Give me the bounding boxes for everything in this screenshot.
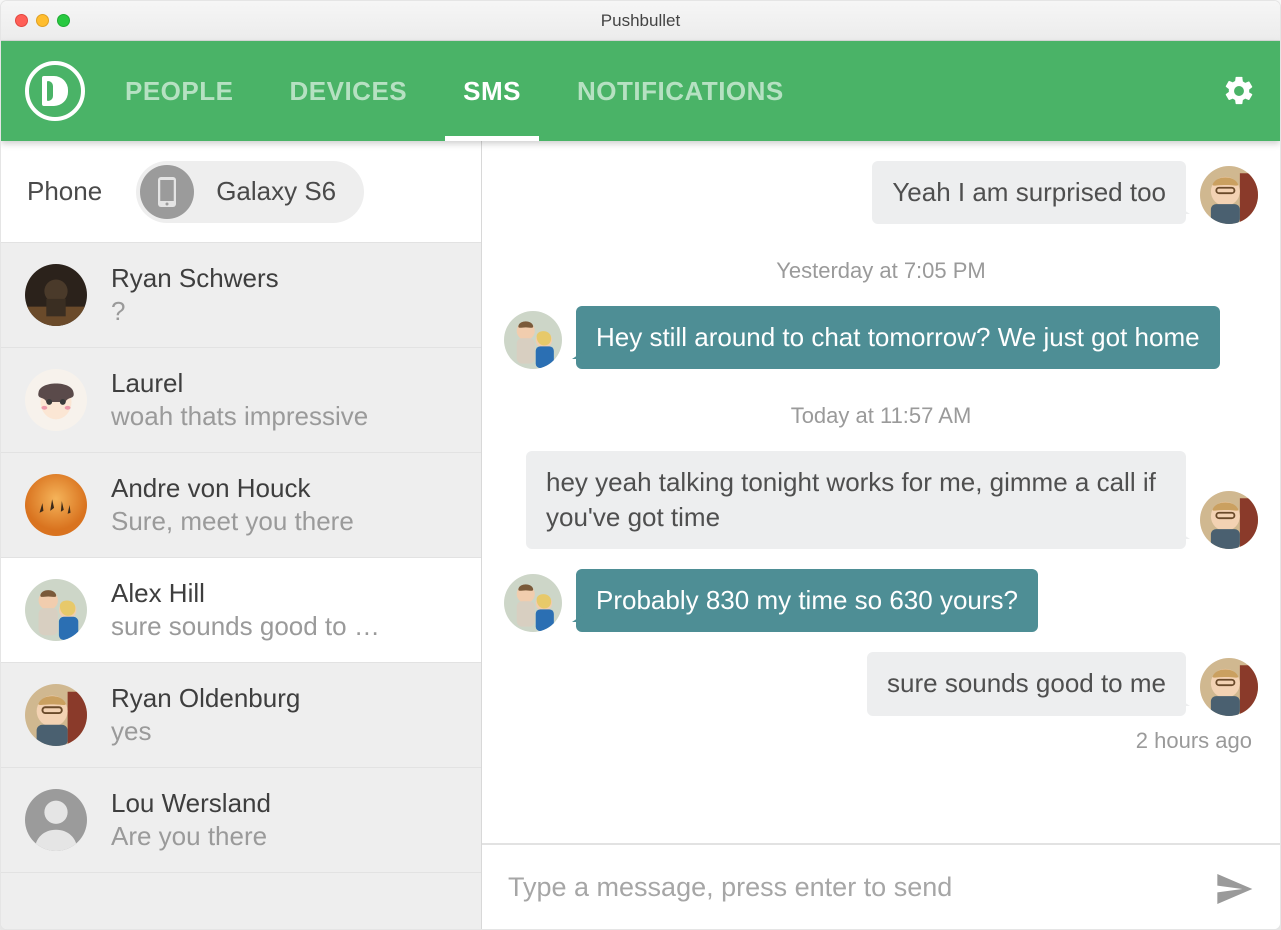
thread-name: Lou Wersland	[111, 788, 457, 819]
thread-item[interactable]: Andre von Houck Sure, meet you there	[1, 453, 481, 558]
thread-text: Alex Hill sure sounds good to …	[111, 578, 457, 642]
send-icon[interactable]	[1214, 869, 1254, 905]
tab-notifications[interactable]: NOTIFICATIONS	[577, 41, 784, 141]
avatar	[504, 574, 562, 632]
sidebar: Phone Galaxy S6 Ryan Schwers ? Laurel wo…	[1, 141, 482, 929]
navbar: PEOPLE DEVICES SMS NOTIFICATIONS	[1, 41, 1280, 141]
thread-text: Ryan Oldenburg yes	[111, 683, 457, 747]
thread-item[interactable]: Ryan Oldenburg yes	[1, 663, 481, 768]
avatar	[25, 369, 87, 431]
thread-name: Ryan Schwers	[111, 263, 457, 294]
thread-item[interactable]: Ryan Schwers ?	[1, 243, 481, 348]
message-outgoing: sure sounds good to me	[504, 652, 1258, 715]
phone-icon	[140, 165, 194, 219]
phone-label: Phone	[27, 176, 102, 207]
message-input[interactable]	[508, 872, 1198, 903]
message-outgoing: hey yeah talking tonight works for me, g…	[504, 451, 1258, 549]
thread-name: Laurel	[111, 368, 457, 399]
message-incoming: Probably 830 my time so 630 yours?	[504, 569, 1258, 632]
thread-preview: yes	[111, 716, 457, 747]
thread-preview: sure sounds good to …	[111, 611, 457, 642]
messages[interactable]: Yeah I am surprised too Yesterday at 7:05…	[482, 141, 1280, 843]
message-bubble: Probably 830 my time so 630 yours?	[576, 569, 1038, 632]
thread-preview: Are you there	[111, 821, 457, 852]
app-window: Pushbullet PEOPLE DEVICES SMS NOTIFICATIONS…	[0, 0, 1281, 930]
timestamp: Yesterday at 7:05 PM	[504, 258, 1258, 284]
thread-item[interactable]: Laurel woah thats impressive	[1, 348, 481, 453]
nav-tabs: PEOPLE DEVICES SMS NOTIFICATIONS	[125, 41, 784, 141]
avatar	[1200, 166, 1258, 224]
window-title: Pushbullet	[1, 11, 1280, 31]
message-bubble: Hey still around to chat tomorrow? We ju…	[576, 306, 1220, 369]
close-button[interactable]	[15, 14, 28, 27]
minimize-button[interactable]	[36, 14, 49, 27]
message-bubble: hey yeah talking tonight works for me, g…	[526, 451, 1186, 549]
thread-list[interactable]: Ryan Schwers ? Laurel woah thats impress…	[1, 243, 481, 929]
phone-selector-row: Phone Galaxy S6	[1, 141, 481, 243]
relative-time: 2 hours ago	[504, 728, 1258, 754]
thread-name: Andre von Houck	[111, 473, 457, 504]
message-bubble: Yeah I am surprised too	[872, 161, 1186, 224]
thread-text: Andre von Houck Sure, meet you there	[111, 473, 457, 537]
avatar	[25, 264, 87, 326]
tab-people[interactable]: PEOPLE	[125, 41, 233, 141]
app-logo-icon	[42, 76, 68, 106]
thread-item[interactable]: Alex Hill sure sounds good to …	[1, 558, 481, 663]
tab-sms[interactable]: SMS	[463, 41, 521, 141]
avatar	[1200, 491, 1258, 549]
message-outgoing: Yeah I am surprised too	[504, 161, 1258, 224]
avatar	[504, 311, 562, 369]
thread-text: Laurel woah thats impressive	[111, 368, 457, 432]
thread-item[interactable]: Lou Wersland Are you there	[1, 768, 481, 873]
thread-name: Ryan Oldenburg	[111, 683, 457, 714]
thread-preview: Sure, meet you there	[111, 506, 457, 537]
message-bubble: sure sounds good to me	[867, 652, 1186, 715]
device-selector[interactable]: Galaxy S6	[136, 161, 364, 223]
avatar	[25, 579, 87, 641]
app-logo[interactable]	[25, 61, 85, 121]
thread-preview: ?	[111, 296, 457, 327]
body: Phone Galaxy S6 Ryan Schwers ? Laurel wo…	[1, 141, 1280, 929]
message-incoming: Hey still around to chat tomorrow? We ju…	[504, 306, 1258, 369]
device-name: Galaxy S6	[216, 176, 336, 207]
composer	[482, 843, 1280, 929]
avatar	[25, 684, 87, 746]
thread-preview: woah thats impressive	[111, 401, 457, 432]
timestamp: Today at 11:57 AM	[504, 403, 1258, 429]
chat-pane: Yeah I am surprised too Yesterday at 7:05…	[482, 141, 1280, 929]
maximize-button[interactable]	[57, 14, 70, 27]
traffic-lights	[15, 14, 70, 27]
tab-devices[interactable]: DEVICES	[289, 41, 407, 141]
avatar	[25, 474, 87, 536]
thread-text: Lou Wersland Are you there	[111, 788, 457, 852]
titlebar: Pushbullet	[1, 1, 1280, 41]
gear-icon[interactable]	[1222, 74, 1256, 108]
avatar	[1200, 658, 1258, 716]
thread-text: Ryan Schwers ?	[111, 263, 457, 327]
avatar	[25, 789, 87, 851]
thread-name: Alex Hill	[111, 578, 457, 609]
